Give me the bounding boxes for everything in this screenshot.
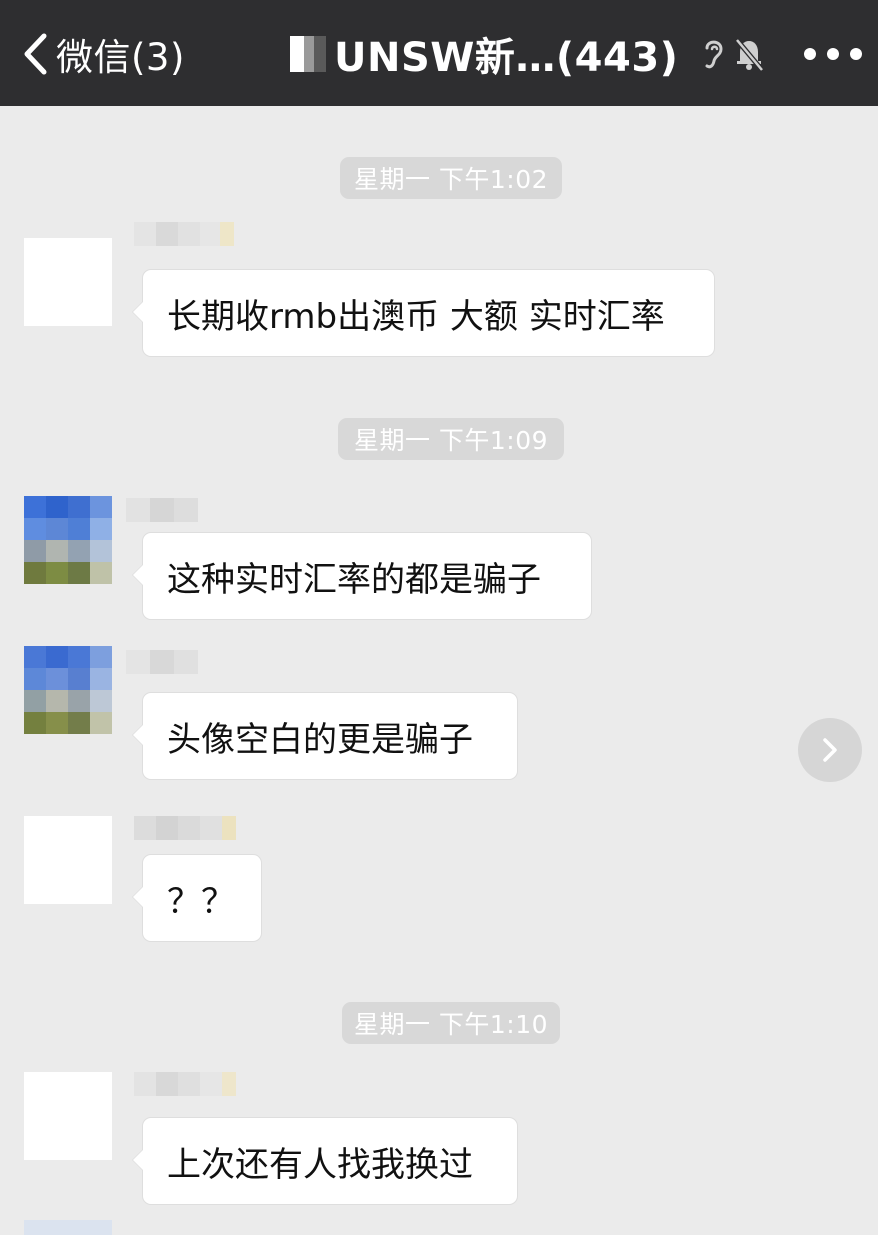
message-text: ？？ [167, 881, 235, 922]
avatar-partial[interactable] [24, 1220, 112, 1235]
chevron-right-icon [823, 738, 837, 762]
sender-name-blurred [126, 650, 198, 674]
avatar[interactable] [24, 496, 112, 584]
avatar-blank[interactable] [24, 1072, 112, 1160]
message-text: 长期收rmb出澳币 大额 实时汇率 [167, 296, 665, 337]
message-timestamp: 星期一 下午1:09 [338, 418, 564, 460]
muted-bell-icon [735, 38, 764, 72]
ear-icon [705, 40, 723, 69]
jump-to-bottom-button[interactable] [798, 718, 862, 782]
message-text: 这种实时汇率的都是骗子 [167, 559, 541, 600]
message-bubble[interactable]: ？？ [132, 854, 262, 942]
message-bubble[interactable]: 头像空白的更是骗子 [132, 692, 518, 780]
message-bubble[interactable]: 长期收rmb出澳币 大额 实时汇率 [132, 269, 715, 357]
avatar-blank[interactable] [24, 816, 112, 904]
message-timestamp: 星期一 下午1:10 [342, 1002, 560, 1044]
back-button[interactable]: 微信(3) [22, 28, 185, 80]
blurred-group-name [290, 36, 326, 72]
chat-title-text: UNSW新…(443) [334, 35, 679, 81]
message-bubble[interactable]: 这种实时汇率的都是骗子 [132, 532, 592, 620]
message-timestamp: 星期一 下午1:02 [340, 157, 562, 199]
more-icon [804, 48, 862, 60]
sender-name-blurred [134, 222, 254, 246]
chat-header: 微信(3) UNSW新…(443) [0, 0, 878, 106]
message-text: 头像空白的更是骗子 [167, 719, 473, 760]
avatar[interactable] [24, 646, 112, 734]
avatar-blank[interactable] [24, 238, 112, 326]
message-bubble[interactable]: 上次还有人找我换过 [132, 1117, 518, 1205]
sender-name-blurred [134, 816, 242, 840]
back-button-label: 微信(3) [56, 36, 185, 79]
sender-name-blurred [134, 1072, 250, 1096]
message-text: 上次还有人找我换过 [167, 1144, 473, 1185]
sender-name-blurred [126, 498, 198, 522]
chat-title: UNSW新…(443) [290, 28, 679, 81]
more-button[interactable] [802, 30, 864, 78]
status-icons [700, 34, 766, 74]
chevron-left-icon [24, 33, 47, 75]
